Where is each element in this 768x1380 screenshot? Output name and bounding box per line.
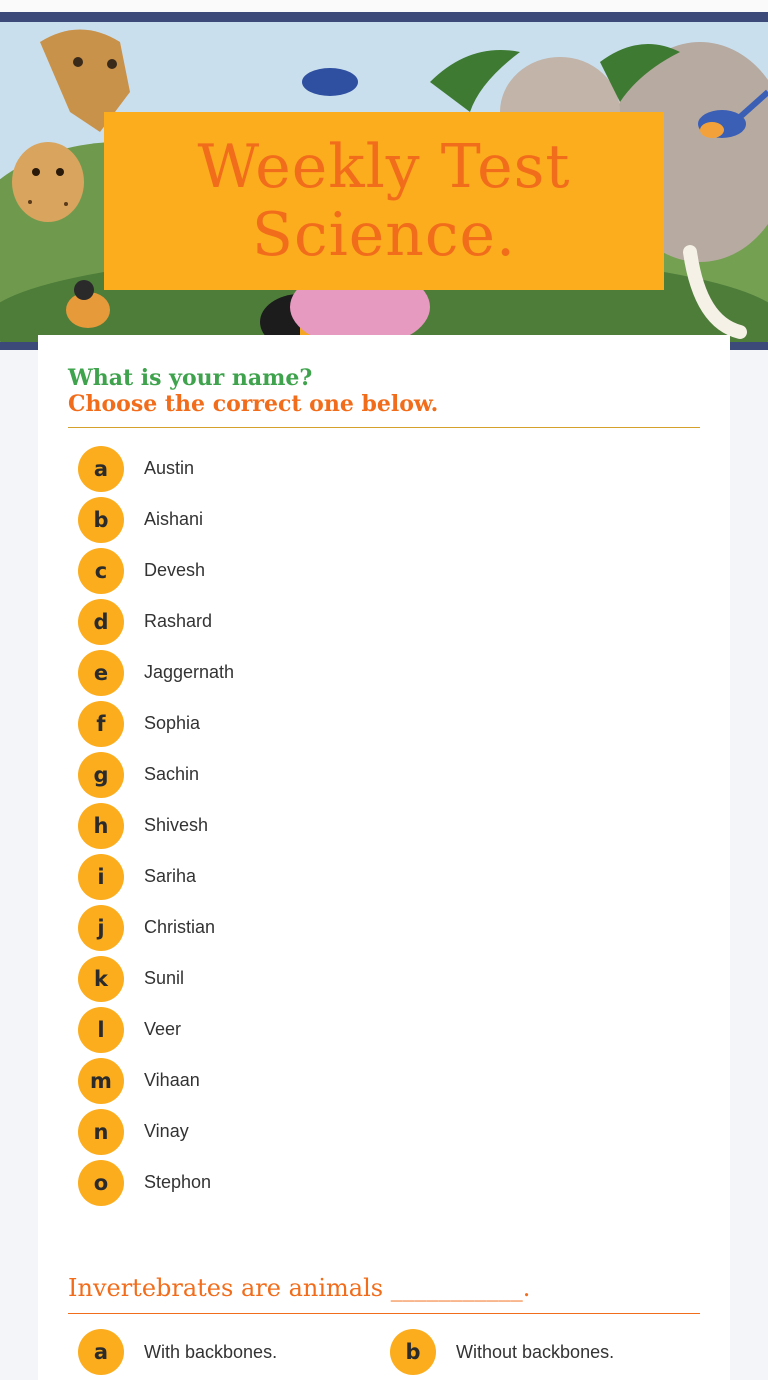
header-banner: Weekly Test Science. <box>0 22 768 342</box>
option-letter-badge[interactable]: b <box>390 1329 436 1375</box>
option-letter-badge[interactable]: l <box>78 1006 124 1053</box>
question-2-prompt: Invertebrates are animals ___________. <box>68 1274 531 1302</box>
question-1-instruction: Choose the correct one below. <box>68 391 439 417</box>
question-1-options: a Austin b Aishani c Devesh d Rashard e Jagge… <box>78 443 678 1208</box>
option-letter-badge[interactable]: j <box>78 904 124 951</box>
top-border <box>0 12 768 22</box>
option-label[interactable]: With backbones. <box>144 1342 277 1363</box>
option-letter-badge[interactable]: a <box>78 445 124 492</box>
option-label[interactable]: Stephon <box>144 1172 211 1193</box>
option-letter-badge[interactable]: h <box>78 802 124 849</box>
option-letter-badge[interactable]: a <box>78 1329 124 1375</box>
option-o[interactable]: o Stephon <box>78 1157 678 1208</box>
page-title-line-1: Weekly Test <box>197 132 571 202</box>
option-a[interactable]: a Austin <box>78 443 678 494</box>
option-letter-badge[interactable]: i <box>78 853 124 900</box>
option-letter-badge[interactable]: c <box>78 547 124 594</box>
q2-option-a[interactable]: a With backbones. <box>78 1329 277 1375</box>
option-j[interactable]: j Christian <box>78 902 678 953</box>
option-g[interactable]: g Sachin <box>78 749 678 800</box>
option-n[interactable]: n Vinay <box>78 1106 678 1157</box>
option-label[interactable]: Sachin <box>144 764 199 785</box>
option-letter-badge[interactable]: b <box>78 496 124 543</box>
option-letter-badge[interactable]: d <box>78 598 124 645</box>
option-l[interactable]: l Veer <box>78 1004 678 1055</box>
option-c[interactable]: c Devesh <box>78 545 678 596</box>
option-label[interactable]: Sophia <box>144 713 200 734</box>
option-letter-badge[interactable]: g <box>78 751 124 798</box>
option-label[interactable]: Jaggernath <box>144 662 234 683</box>
option-label[interactable]: Sunil <box>144 968 184 989</box>
question-1-prompt: What is your name? <box>68 365 313 391</box>
option-d[interactable]: d Rashard <box>78 596 678 647</box>
option-e[interactable]: e Jaggernath <box>78 647 678 698</box>
option-i[interactable]: i Sariha <box>78 851 678 902</box>
option-label[interactable]: Austin <box>144 458 194 479</box>
option-m[interactable]: m Vihaan <box>78 1055 678 1106</box>
top-margin <box>0 0 768 12</box>
option-f[interactable]: f Sophia <box>78 698 678 749</box>
option-b[interactable]: b Aishani <box>78 494 678 545</box>
option-label[interactable]: Devesh <box>144 560 205 581</box>
option-label[interactable]: Aishani <box>144 509 203 530</box>
title-box: Weekly Test Science. <box>104 112 664 290</box>
option-letter-badge[interactable]: n <box>78 1108 124 1155</box>
divider <box>68 1313 700 1314</box>
option-label[interactable]: Without backbones. <box>456 1342 614 1363</box>
worksheet-card: What is your name? Choose the correct on… <box>38 335 730 1380</box>
page-title-line-2: Science. <box>251 200 517 270</box>
q2-option-b[interactable]: b Without backbones. <box>390 1329 614 1375</box>
option-letter-badge[interactable]: e <box>78 649 124 696</box>
option-letter-badge[interactable]: f <box>78 700 124 747</box>
option-label[interactable]: Sariha <box>144 866 196 887</box>
option-label[interactable]: Christian <box>144 917 215 938</box>
divider <box>68 427 700 428</box>
option-label[interactable]: Veer <box>144 1019 181 1040</box>
option-h[interactable]: h Shivesh <box>78 800 678 851</box>
option-label[interactable]: Vihaan <box>144 1070 200 1091</box>
option-k[interactable]: k Sunil <box>78 953 678 1004</box>
option-label[interactable]: Rashard <box>144 611 212 632</box>
option-label[interactable]: Shivesh <box>144 815 208 836</box>
option-letter-badge[interactable]: k <box>78 955 124 1002</box>
option-letter-badge[interactable]: m <box>78 1057 124 1104</box>
option-letter-badge[interactable]: o <box>78 1159 124 1206</box>
option-label[interactable]: Vinay <box>144 1121 189 1142</box>
